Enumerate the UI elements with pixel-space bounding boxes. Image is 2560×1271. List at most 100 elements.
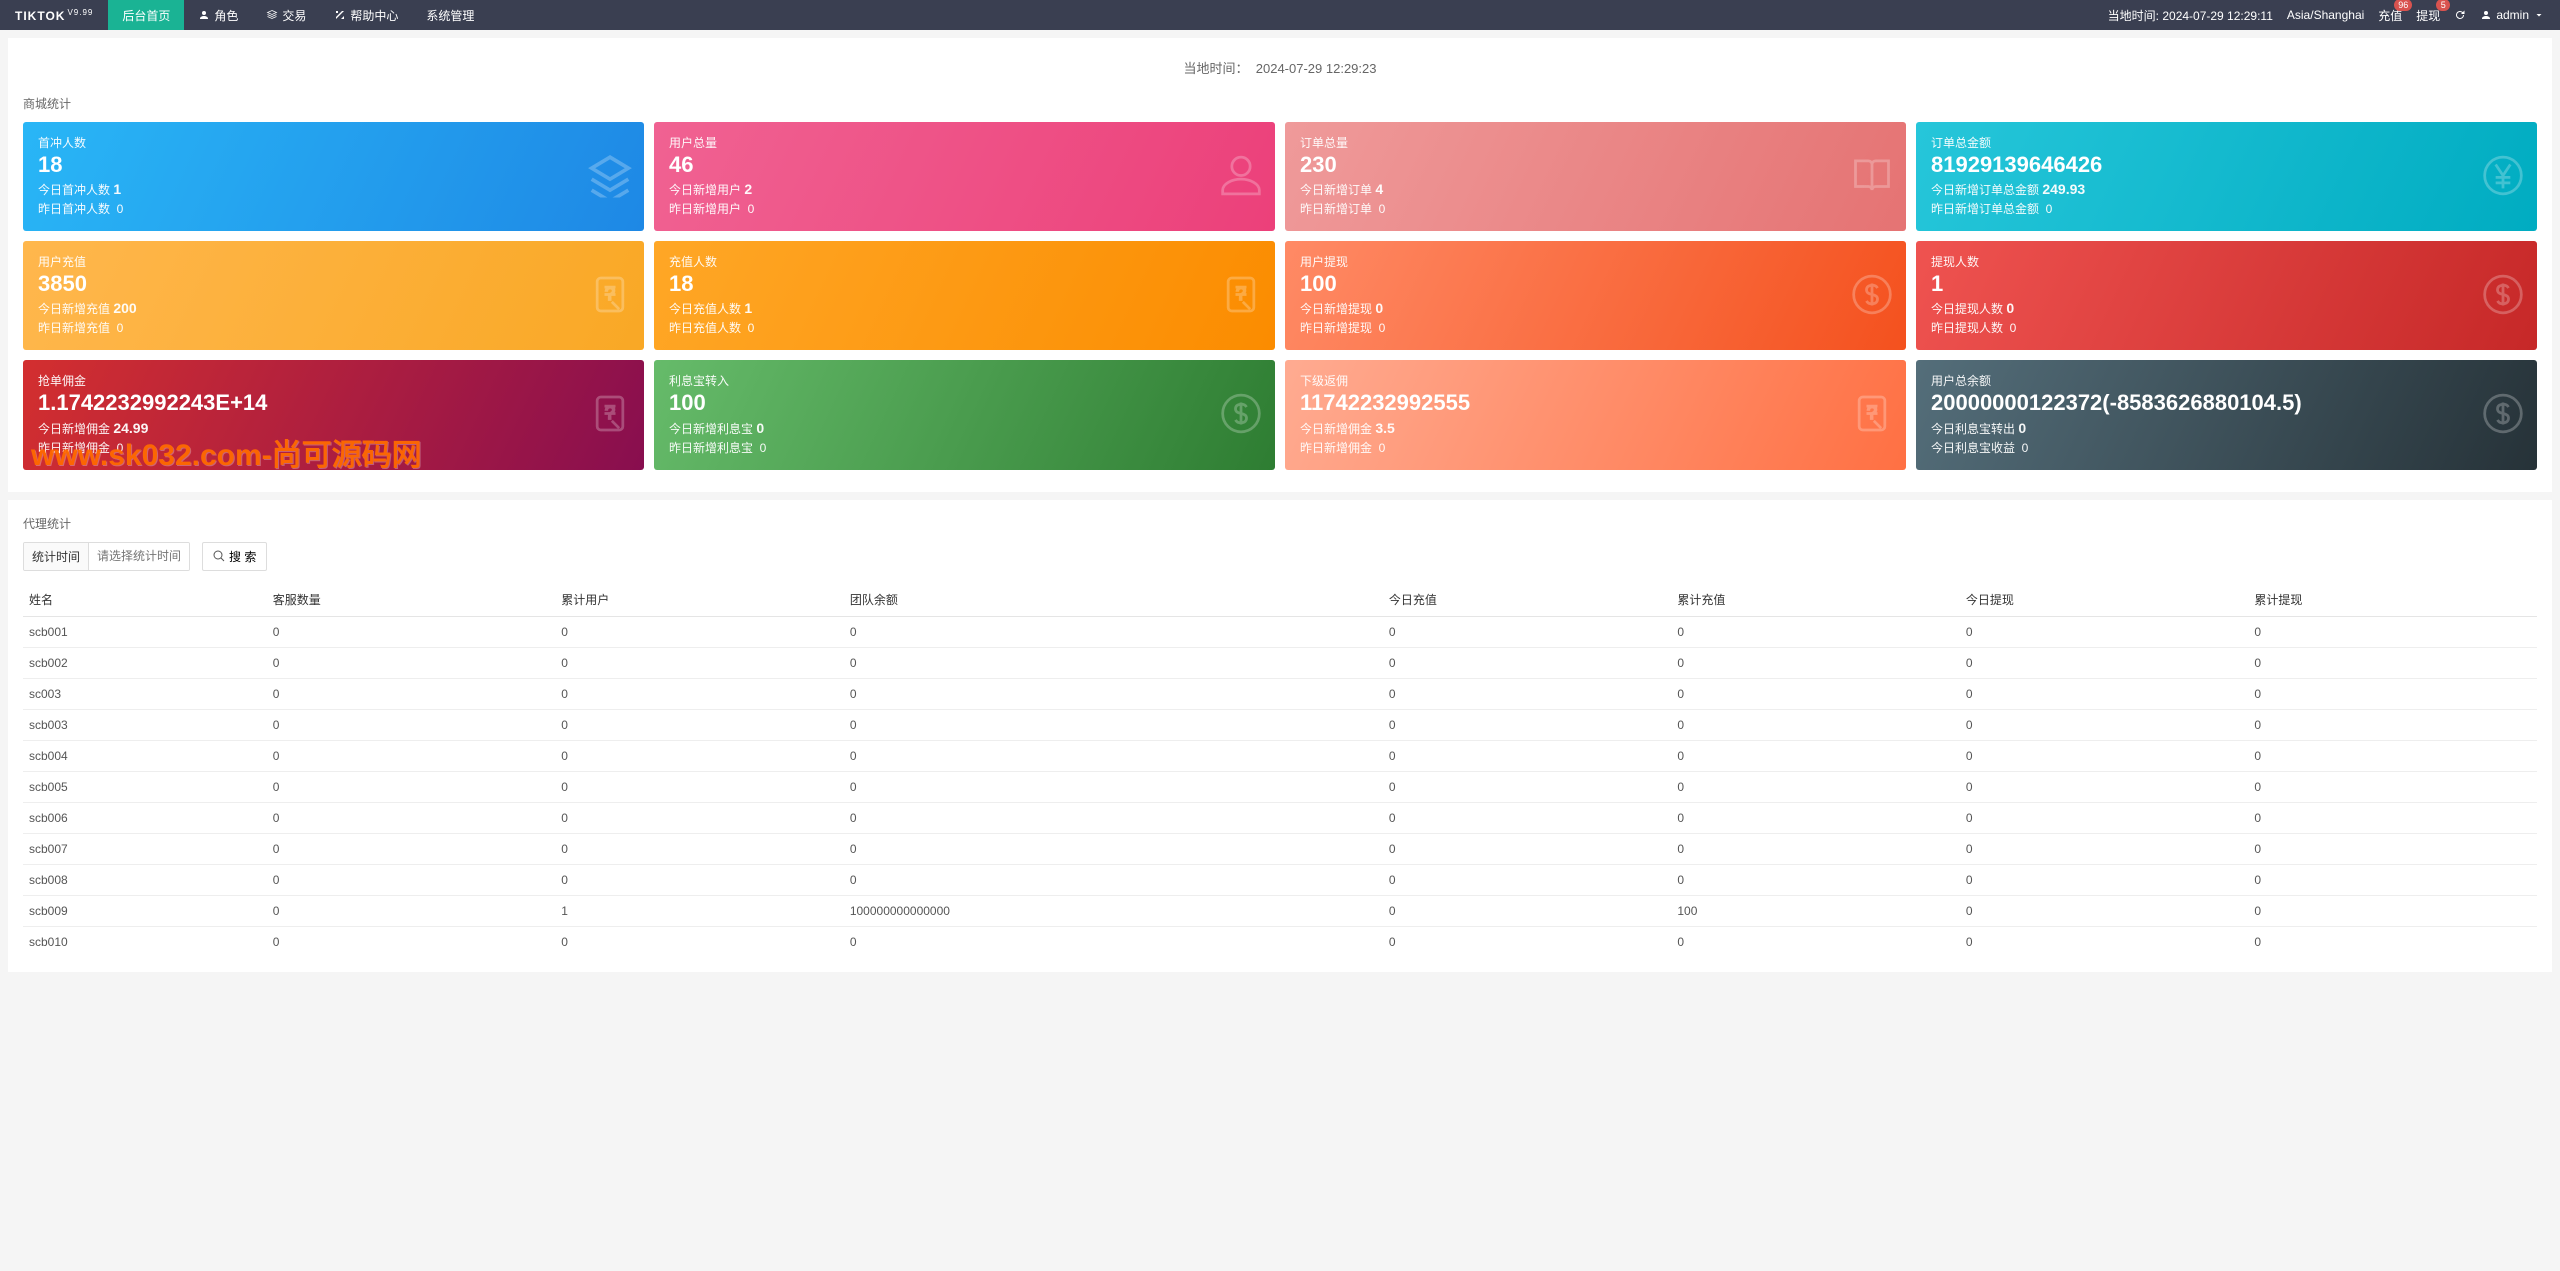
card-title: 利息宝转入 — [669, 372, 1260, 389]
table-row[interactable]: scb0070000000 — [23, 833, 2537, 864]
table-cell: 0 — [844, 678, 1383, 709]
filter-label: 统计时间 — [24, 543, 89, 570]
table-cell: 0 — [844, 802, 1383, 833]
table-cell: 0 — [267, 833, 556, 864]
table-cell: 0 — [1960, 864, 2249, 895]
stat-card-6: 用户提现100今日新增提现 0昨日新增提现 0 — [1285, 241, 1906, 350]
table-cell: 0 — [1960, 616, 2249, 647]
table-cell: 0 — [1671, 833, 1960, 864]
nav-item-1[interactable]: 角色 — [184, 0, 252, 30]
table-cell: 0 — [267, 616, 556, 647]
card-sub2: 昨日新增佣金 0 — [1300, 439, 1891, 456]
table-row[interactable]: scb0060000000 — [23, 802, 2537, 833]
table-cell: 0 — [555, 833, 844, 864]
card-sub1: 今日充值人数 1 — [669, 300, 1260, 317]
localtime-label: 当地时间: 2024-07-29 12:29:11 — [2108, 7, 2273, 24]
table-cell: 0 — [1671, 647, 1960, 678]
table-cell: scb002 — [23, 647, 267, 678]
stat-card-11: 用户总余额20000000122372(-85836268801​04.5)今日… — [1916, 360, 2537, 469]
table-cell: 0 — [555, 926, 844, 957]
card-value: 18 — [38, 153, 629, 177]
card-sub2: 昨日新增佣金 0 — [38, 439, 629, 456]
user-icon — [2480, 9, 2492, 21]
table-header: 客服数量 — [267, 583, 556, 617]
table-cell: 0 — [2248, 833, 2537, 864]
table-row[interactable]: scb0080000000 — [23, 864, 2537, 895]
card-value: 100 — [669, 391, 1260, 415]
table-header: 累计提现 — [2248, 583, 2537, 617]
table-cell: 0 — [555, 864, 844, 895]
table-header: 今日提现 — [1960, 583, 2249, 617]
nav-icon — [198, 9, 210, 21]
card-sub1: 今日新增佣金 3.5 — [1300, 420, 1891, 437]
table-row[interactable]: scb0040000000 — [23, 740, 2537, 771]
svg-text:?: ? — [605, 283, 615, 304]
table-row[interactable]: scb0030000000 — [23, 709, 2537, 740]
section-title: 商城统计 — [23, 95, 2537, 112]
card-value: 1.1742232992243E+14 — [38, 391, 629, 415]
user-menu[interactable]: admin — [2480, 8, 2545, 22]
table-row[interactable]: scb0020000000 — [23, 647, 2537, 678]
table-row[interactable]: sc0030000000 — [23, 678, 2537, 709]
card-value: 11742232992555 — [1300, 391, 1891, 415]
table-cell: 100 — [1671, 895, 1960, 926]
logo-version: V9.99 — [67, 8, 93, 17]
table-cell: scb005 — [23, 771, 267, 802]
table-cell: 0 — [555, 678, 844, 709]
timezone: Asia/Shanghai — [2287, 8, 2364, 22]
stat-card-0: 首冲人数18今日首冲人数 1昨日首冲人数 0 — [23, 122, 644, 231]
table-cell: 0 — [1383, 616, 1672, 647]
stat-card-10: 下级返佣 11742232992555 今日新增佣金 3.5 昨日新增佣金 0? — [1285, 360, 1906, 469]
nav-item-2[interactable]: 交易 — [252, 0, 320, 30]
table-cell: 0 — [1671, 740, 1960, 771]
table-cell: 0 — [555, 802, 844, 833]
table-cell: 0 — [2248, 895, 2537, 926]
search-button[interactable]: 搜 索 — [202, 542, 267, 571]
table-cell: 0 — [2248, 647, 2537, 678]
withdraw-link[interactable]: 提现 5 — [2416, 7, 2440, 24]
table-cell: 0 — [1960, 833, 2249, 864]
note-icon: ? — [1850, 391, 1894, 438]
table-cell: 0 — [1960, 740, 2249, 771]
nav-item-0[interactable]: 后台首页 — [108, 0, 184, 30]
stat-card-7: 提现人数1今日提现人数 0昨日提现人数 0 — [1916, 241, 2537, 350]
refresh-button[interactable] — [2454, 9, 2466, 21]
table-cell: 0 — [555, 647, 844, 678]
table-cell: 0 — [1383, 740, 1672, 771]
table-cell: scb004 — [23, 740, 267, 771]
table-cell: 0 — [267, 771, 556, 802]
card-title: 下级返佣 — [1300, 372, 1891, 389]
table-header: 团队余额 — [844, 583, 1383, 617]
table-cell: 0 — [844, 616, 1383, 647]
note-icon: ? — [588, 272, 632, 319]
table-cell: 0 — [1383, 802, 1672, 833]
withdraw-badge: 5 — [2436, 0, 2450, 11]
svg-text:?: ? — [605, 402, 615, 423]
card-value: 20000000122372(-85836268801​04.5) — [1931, 391, 2522, 415]
table-header: 今日充值 — [1383, 583, 1672, 617]
dollar-icon — [1219, 391, 1263, 438]
card-sub1: 今日利息宝转出 0 — [1931, 420, 2522, 437]
table-cell: scb003 — [23, 709, 267, 740]
stat-time-input[interactable] — [89, 543, 189, 570]
table-row[interactable]: scb0010000000 — [23, 616, 2537, 647]
localtime-value: 2024-07-29 12:29:11 — [2162, 9, 2273, 23]
recharge-badge: 96 — [2394, 0, 2412, 11]
table-cell: 0 — [1671, 709, 1960, 740]
nav-item-3[interactable]: 帮助中心 — [320, 0, 412, 30]
card-title: 订单总金额 — [1931, 134, 2522, 151]
table-row[interactable]: scb0050000000 — [23, 771, 2537, 802]
table-cell: 0 — [844, 833, 1383, 864]
card-sub2: 昨日充值人数 0 — [669, 319, 1260, 336]
recharge-link[interactable]: 充值 96 — [2378, 7, 2402, 24]
card-sub1: 今日首冲人数 1 — [38, 181, 629, 198]
table-row[interactable]: scb00901100000000000000010000 — [23, 895, 2537, 926]
card-sub1: 今日新增充值 200 — [38, 300, 629, 317]
table-cell: 1 — [555, 895, 844, 926]
nav-item-4[interactable]: 系统管理 — [412, 0, 488, 30]
table-cell: 0 — [267, 740, 556, 771]
table-cell: 0 — [2248, 926, 2537, 957]
card-value: 100 — [1300, 272, 1891, 296]
card-title: 用户总量 — [669, 134, 1260, 151]
table-row[interactable]: scb0100000000 — [23, 926, 2537, 957]
